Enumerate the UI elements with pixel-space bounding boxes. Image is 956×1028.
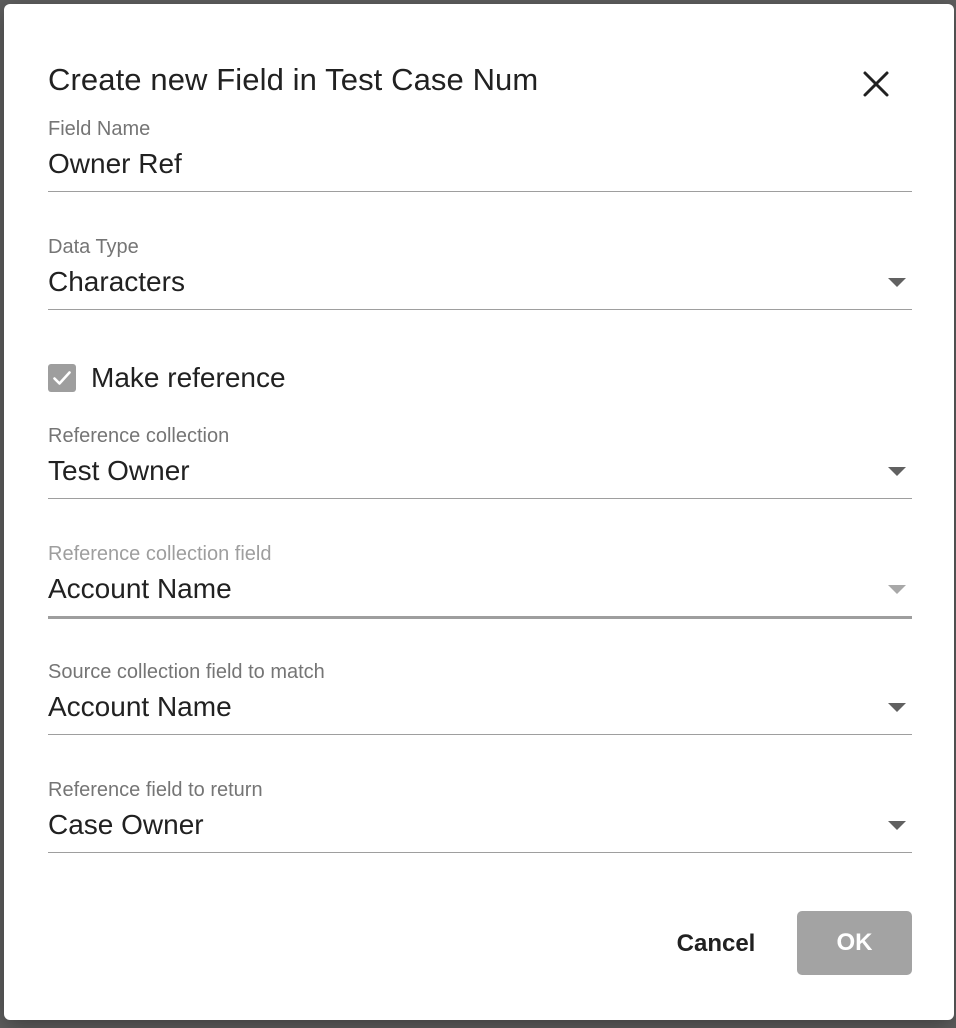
reference-collection-label: Reference collection	[48, 425, 230, 447]
source-collection-field-value: Account Name	[48, 691, 232, 722]
make-reference-checkbox[interactable]: Make reference	[48, 362, 286, 394]
field-name-underline	[48, 191, 912, 192]
data-type-label: Data Type	[48, 236, 139, 258]
check-icon	[53, 371, 71, 385]
dropdown-arrow-icon[interactable]	[888, 703, 906, 712]
dropdown-arrow-icon[interactable]	[888, 278, 906, 287]
data-type-value: Characters	[48, 266, 185, 297]
dropdown-arrow-icon[interactable]	[888, 467, 906, 476]
field-name-input[interactable]: Field Name Owner Ref	[48, 118, 912, 200]
reference-collection-field-label: Reference collection field	[48, 543, 272, 565]
ok-button[interactable]: OK	[797, 911, 912, 975]
create-field-dialog: Create new Field in Test Case Num Field …	[4, 4, 954, 1020]
data-type-underline	[48, 309, 912, 310]
reference-field-to-return-value: Case Owner	[48, 809, 204, 840]
reference-collection-field-value: Account Name	[48, 573, 232, 604]
source-collection-field-label: Source collection field to match	[48, 661, 325, 683]
dropdown-arrow-icon[interactable]	[888, 821, 906, 830]
source-collection-field-underline	[48, 734, 912, 735]
reference-collection-select[interactable]: Reference collection Test Owner	[48, 425, 912, 507]
close-icon	[863, 71, 889, 97]
reference-collection-field-underline	[48, 616, 912, 619]
checkbox-box[interactable]	[48, 364, 76, 392]
make-reference-label: Make reference	[91, 362, 286, 393]
reference-collection-underline	[48, 498, 912, 499]
reference-collection-value: Test Owner	[48, 455, 190, 486]
close-button[interactable]	[856, 64, 896, 104]
reference-collection-field-select[interactable]: Reference collection field Account Name	[48, 543, 912, 627]
dropdown-arrow-icon[interactable]	[888, 585, 906, 594]
data-type-select[interactable]: Data Type Characters	[48, 236, 912, 318]
reference-field-to-return-select[interactable]: Reference field to return Case Owner	[48, 779, 912, 861]
cancel-button[interactable]: Cancel	[660, 912, 772, 976]
reference-field-to-return-label: Reference field to return	[48, 779, 263, 801]
reference-field-to-return-underline	[48, 852, 912, 853]
field-name-label: Field Name	[48, 118, 151, 140]
dialog-title: Create new Field in Test Case Num	[48, 62, 539, 97]
field-name-value[interactable]: Owner Ref	[48, 148, 182, 180]
source-collection-field-select[interactable]: Source collection field to match Account…	[48, 661, 912, 743]
